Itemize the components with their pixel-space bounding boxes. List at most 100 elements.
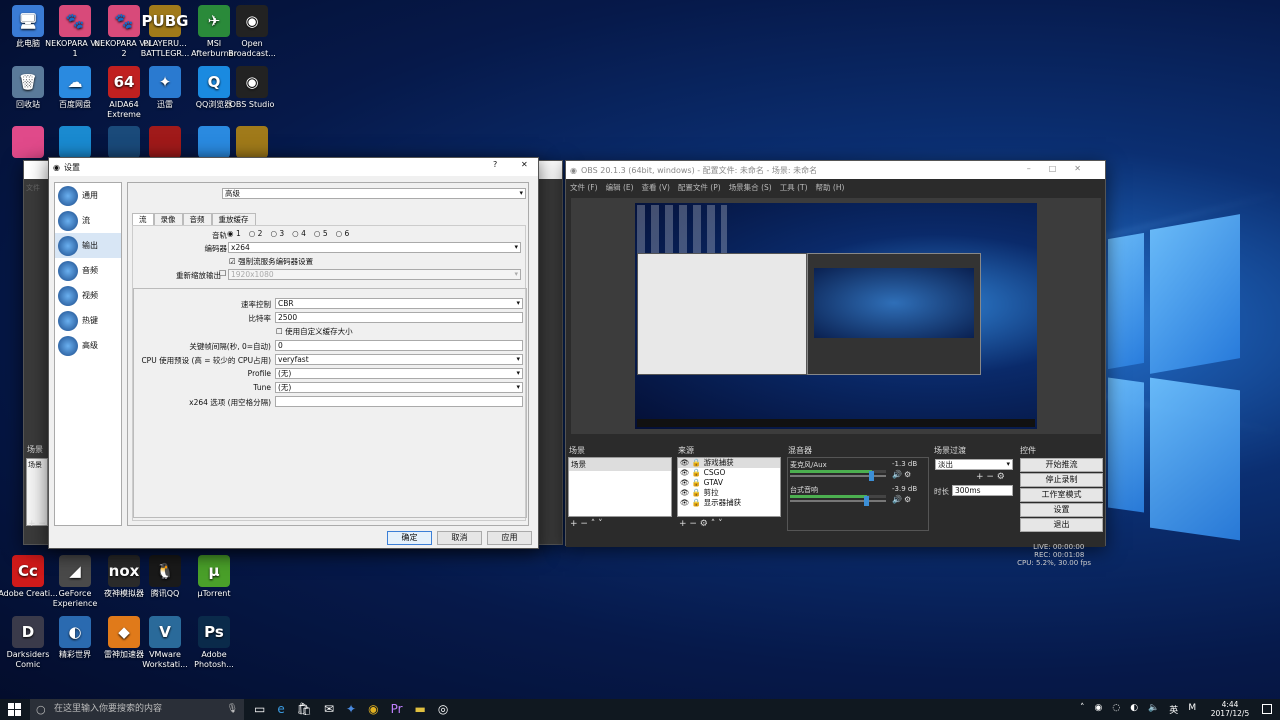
- thunder-icon[interactable]: ✦: [346, 702, 356, 716]
- obs-menu-item[interactable]: 场景集合 (S): [729, 182, 772, 193]
- settings-nav-item[interactable]: 音频: [55, 258, 121, 283]
- obs-preview[interactable]: [571, 198, 1101, 434]
- settings-nav-item[interactable]: 输出: [55, 233, 121, 258]
- scene-buttons-icon[interactable]: + − ˄ ˅: [570, 519, 603, 529]
- tune-input[interactable]: (无): [275, 382, 523, 393]
- track-radio[interactable]: ◉ 1: [227, 229, 241, 238]
- enforce-checkbox[interactable]: ☑ 强制流服务编码器设置: [229, 256, 313, 267]
- source-item[interactable]: 👁 🔒 显示器捕获: [678, 498, 780, 508]
- notification-icon[interactable]: [1262, 704, 1272, 714]
- obs-menu-item[interactable]: 查看 (V): [642, 182, 670, 193]
- track-radio[interactable]: ○ 4: [292, 229, 306, 238]
- apply-button[interactable]: 应用: [487, 531, 532, 545]
- keyframe-input[interactable]: 0: [275, 340, 523, 351]
- track-radio[interactable]: ○ 2: [249, 229, 263, 238]
- preset-input[interactable]: veryfast: [275, 354, 523, 365]
- chrome-icon[interactable]: ◉: [368, 702, 378, 716]
- gear-icon[interactable]: ⚙: [904, 470, 911, 479]
- obs-menu-item[interactable]: 工具 (T): [780, 182, 808, 193]
- desktop-icon[interactable]: Ps Adobe Photosh...: [184, 616, 244, 670]
- close-button[interactable]: ✕: [521, 160, 528, 169]
- control-button[interactable]: 停止录制: [1020, 473, 1103, 487]
- desktop-icon[interactable]: µ µTorrent: [184, 555, 244, 599]
- eye-icon[interactable]: 👁 🔒: [680, 468, 704, 477]
- gear-icon[interactable]: ⚙: [904, 495, 911, 504]
- transition-buttons-icon[interactable]: + − ⚙: [976, 472, 1005, 482]
- duration-input[interactable]: 300ms: [952, 485, 1013, 496]
- source-item[interactable]: 👁 🔒 剪拉: [678, 488, 780, 498]
- volume-slider[interactable]: [790, 496, 886, 506]
- task-view-icon[interactable]: ▭: [254, 702, 265, 716]
- ime-mode-icon[interactable]: M: [1188, 703, 1196, 716]
- transition-select[interactable]: 淡出: [935, 459, 1013, 470]
- source-item[interactable]: 👁 🔒 游戏捕获: [678, 458, 780, 468]
- scene-item[interactable]: 场景: [569, 458, 671, 471]
- profile-input[interactable]: (无): [275, 368, 523, 379]
- settings-nav-item[interactable]: 视频: [55, 283, 121, 308]
- settings-nav-item[interactable]: 流: [55, 208, 121, 233]
- premiere-icon[interactable]: Pr: [391, 702, 403, 716]
- search-box[interactable]: ○ 在这里输入你要搜索的内容 🎙: [30, 699, 244, 720]
- eye-icon[interactable]: 👁 🔒: [680, 498, 704, 507]
- tray-app2-icon[interactable]: ◌: [1112, 703, 1120, 716]
- track-radio[interactable]: ○ 3: [270, 229, 284, 238]
- speaker-icon[interactable]: 🔊: [892, 470, 902, 479]
- control-button[interactable]: 工作室模式: [1020, 488, 1103, 502]
- tray-app3-icon[interactable]: ◐: [1130, 703, 1138, 716]
- bg-add-icon[interactable]: + −: [28, 519, 46, 529]
- output-mode-select[interactable]: 高级: [222, 188, 526, 199]
- settings-nav-item[interactable]: 热键: [55, 308, 121, 333]
- help-button[interactable]: ?: [493, 160, 497, 169]
- volume-slider-handle[interactable]: [868, 471, 874, 481]
- volume-slider-handle[interactable]: [863, 496, 869, 506]
- track-radio[interactable]: ○ 6: [336, 229, 350, 238]
- start-button[interactable]: [8, 703, 22, 716]
- mail-icon[interactable]: ✉: [324, 702, 334, 716]
- cancel-button[interactable]: 取消: [437, 531, 482, 545]
- rescale-checkbox[interactable]: ☐: [219, 269, 226, 278]
- volume-icon[interactable]: 🔈: [1148, 703, 1159, 716]
- desktop-icon[interactable]: ◉ Open Broadcast...: [222, 5, 282, 59]
- source-item[interactable]: 👁 🔒 GTAV: [678, 478, 780, 488]
- eye-icon[interactable]: 👁 🔒: [680, 458, 704, 467]
- control-button[interactable]: 退出: [1020, 518, 1103, 532]
- settings-tab[interactable]: 录像: [153, 213, 183, 225]
- edge-icon[interactable]: e: [277, 702, 284, 716]
- bitrate-input[interactable]: 2500: [275, 312, 523, 323]
- tray-app-icon[interactable]: ◉: [1095, 703, 1103, 716]
- obs-menu-item[interactable]: 配置文件 (P): [678, 182, 721, 193]
- speaker-icon[interactable]: 🔊: [892, 495, 902, 504]
- eye-icon[interactable]: 👁 🔒: [680, 488, 704, 497]
- obs-menu-item[interactable]: 帮助 (H): [816, 182, 845, 193]
- ime-indicator[interactable]: 英: [1169, 703, 1178, 716]
- mic-icon[interactable]: 🎙: [227, 699, 238, 720]
- store-icon[interactable]: 🛍: [297, 702, 312, 716]
- clock[interactable]: 4:44 2017/12/5: [1200, 700, 1260, 718]
- desktop-icon[interactable]: [222, 126, 282, 160]
- rate-control-input[interactable]: CBR: [275, 298, 523, 309]
- explorer-icon[interactable]: ▬: [415, 702, 426, 716]
- encoder-select[interactable]: x264: [228, 242, 521, 253]
- volume-slider[interactable]: [790, 471, 886, 481]
- bg-scene-item[interactable]: 场景: [27, 459, 47, 471]
- custom-buffer-checkbox[interactable]: ☐ 使用自定义缓存大小: [276, 326, 353, 337]
- ok-button[interactable]: 确定: [387, 531, 432, 545]
- control-button[interactable]: 开始推流: [1020, 458, 1103, 472]
- x264-opts-input[interactable]: [275, 396, 523, 407]
- eye-icon[interactable]: 👁 🔒: [680, 478, 704, 487]
- tray-chevron-icon[interactable]: ˄: [1080, 703, 1085, 716]
- control-button[interactable]: 设置: [1020, 503, 1103, 517]
- obs-taskbar-icon[interactable]: ◎: [438, 702, 448, 716]
- settings-nav-item[interactable]: 高级: [55, 333, 121, 358]
- window-controls-icon[interactable]: –□✕: [1027, 164, 1099, 173]
- source-item[interactable]: 👁 🔒 CSGO: [678, 468, 780, 478]
- track-radio[interactable]: ○ 5: [314, 229, 328, 238]
- desktop-icon[interactable]: ◉ OBS Studio: [222, 66, 282, 110]
- obs-menu-item[interactable]: 文件 (F): [570, 182, 598, 193]
- obs-menu-item[interactable]: 编辑 (E): [606, 182, 634, 193]
- settings-nav-item[interactable]: 通用: [55, 183, 121, 208]
- source-buttons-icon[interactable]: + − ⚙ ˄ ˅: [679, 519, 723, 529]
- settings-tab[interactable]: 重放缓存: [211, 213, 256, 225]
- settings-tab[interactable]: 流: [132, 213, 154, 225]
- settings-tab[interactable]: 音频: [182, 213, 212, 225]
